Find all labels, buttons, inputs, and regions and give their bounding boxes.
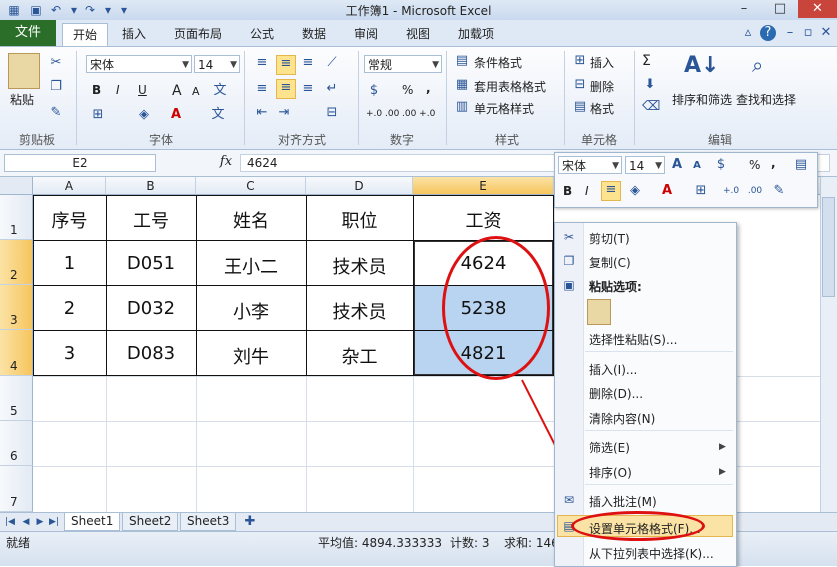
insert-sheet-icon[interactable]: ✚ [242,514,258,530]
submenu-arrow-icon: ▶ [719,467,726,477]
menu-separator [585,484,733,485]
menu-item-filter[interactable]: 筛选(E) [589,439,630,456]
menu-item-clear[interactable]: 清除内容(N) [589,410,655,427]
chevron-down-icon: ▼ [655,161,662,171]
mini-font-value: 宋体 [562,159,587,173]
status-sum: 求和: 146 [504,536,559,550]
mini-percent-button[interactable]: % [749,158,760,172]
mini-grow-font-icon[interactable]: A [669,157,685,173]
mini-currency-icon[interactable]: $ [713,157,729,173]
menu-item-insert-comment[interactable]: 插入批注(M) [589,493,657,510]
menu-item-insert[interactable]: 插入(I)... [589,361,637,378]
mini-border-icon[interactable]: ⊞ [693,183,709,199]
mini-italic-button[interactable]: I [585,184,589,198]
menu-paste-options-label: 粘贴选项: [589,280,642,294]
submenu-arrow-icon: ▶ [719,442,726,452]
mini-comma-button[interactable]: , [771,156,776,170]
mini-format-painter-icon[interactable]: ✎ [771,183,787,199]
menu-item-paste-special[interactable]: 选择性粘贴(S)... [589,331,677,348]
status-ready: 就绪 [6,536,31,550]
last-sheet-icon[interactable]: ▶| [46,514,62,530]
context-menu: ✂ 剪切(T) ❐ 复制(C) ▣ 粘贴选项: 选择性粘贴(S)... 插入(I… [554,222,737,567]
menu-item-cut[interactable]: 剪切(T) [589,230,630,247]
mini-font-color-icon[interactable]: A [659,183,675,199]
annotation-ellipse-menu [571,511,705,541]
menu-item-sort[interactable]: 排序(O) [589,464,632,481]
chevron-down-icon: ▼ [612,161,619,171]
menu-separator [585,351,733,352]
first-sheet-icon[interactable]: |◀ [2,514,18,530]
mini-increase-decimal-icon[interactable]: +.0 [723,183,739,199]
menu-item-pick-list[interactable]: 从下拉列表中选择(K)... [589,545,714,562]
mini-font-combo[interactable]: 宋体 ▼ [558,156,622,174]
paste-icon: ▣ [563,278,575,292]
menu-separator [585,430,733,431]
mini-center-icon[interactable]: ≡ [601,181,621,201]
sheet-tab-2[interactable]: Sheet2 [122,513,179,531]
menu-item-copy[interactable]: 复制(C) [589,254,631,271]
comment-icon: ✉ [563,493,575,507]
sheet-tab-1[interactable]: Sheet1 [64,513,121,531]
mini-size-value: 14 [629,159,645,173]
mini-shrink-font-icon[interactable]: A [689,158,705,174]
copy-icon: ❐ [563,254,575,268]
status-count: 计数: 3 [450,536,490,550]
mini-size-combo[interactable]: 14 ▼ [625,156,665,174]
mini-toolbar: 宋体 ▼ 14 ▼ A A $ % , ▤ B I ≡ ◈ A ⊞ +.0 .00 … [554,152,818,208]
status-average: 平均值: 4894.333333 [318,536,443,550]
mini-decrease-decimal-icon[interactable]: .00 [747,183,763,199]
cut-icon: ✂ [563,230,575,244]
sheet-tab-3[interactable]: Sheet3 [180,513,237,531]
paste-option-icon[interactable] [587,299,611,325]
mini-format-icon[interactable]: ▤ [793,157,809,173]
mini-fill-color-icon[interactable]: ◈ [627,183,643,199]
mini-bold-button[interactable]: B [563,184,572,198]
menu-item-delete[interactable]: 删除(D)... [589,385,643,402]
